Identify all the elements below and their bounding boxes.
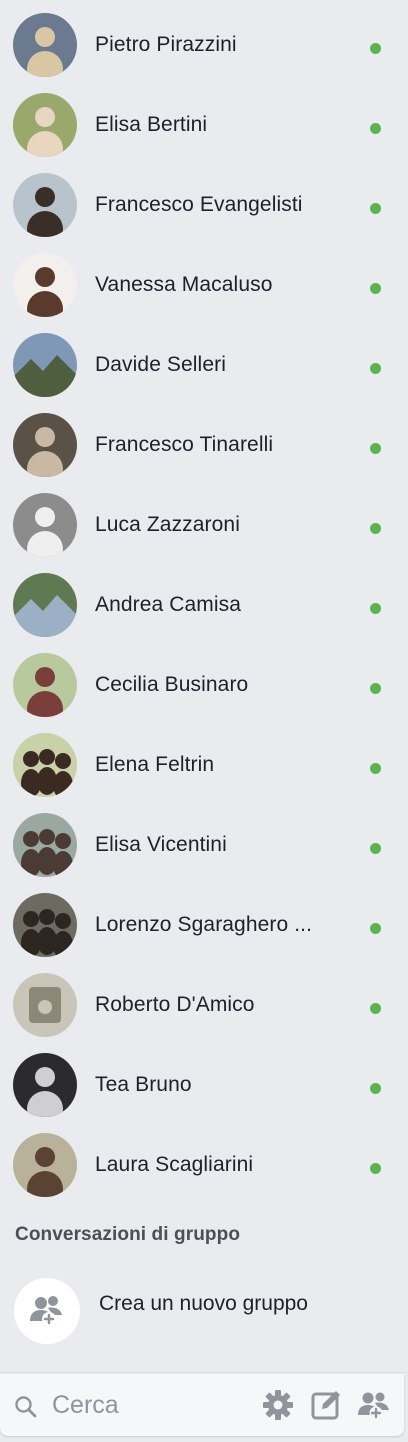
person-photo-icon [13, 1053, 77, 1117]
avatar [13, 413, 77, 477]
avatar [13, 973, 77, 1037]
online-status-dot [370, 1163, 381, 1174]
avatar [13, 653, 77, 717]
contact-row[interactable]: Tea Bruno [0, 1040, 408, 1120]
person-photo-icon [13, 13, 77, 77]
bottom-toolbar [0, 1374, 404, 1436]
group-photo-icon [13, 733, 77, 797]
contact-name: Luca Zazzaroni [95, 513, 240, 536]
contact-name: Laura Scagliarini [95, 1153, 254, 1176]
contact-row[interactable]: Luca Zazzaroni [0, 480, 408, 560]
search-icon [15, 1396, 37, 1418]
divider [0, 1372, 408, 1373]
search-input[interactable] [52, 1388, 242, 1422]
contact-name: Elisa Bertini [95, 113, 208, 136]
contact-name: Pietro Pirazzini [95, 33, 237, 56]
online-status-dot [370, 523, 381, 534]
avatar [13, 333, 77, 397]
contact-name: Roberto D'Amico [95, 993, 255, 1016]
person-photo-icon [13, 1133, 77, 1197]
contact-row[interactable]: Elisa Bertini [0, 80, 408, 160]
create-group-label: Crea un nuovo gruppo [99, 1292, 308, 1315]
contact-row[interactable]: Elisa Vicentini [0, 800, 408, 880]
contact-name: Andrea Camisa [95, 593, 242, 616]
add-group-icon [30, 1296, 62, 1326]
avatar [13, 93, 77, 157]
online-status-dot [370, 1003, 381, 1014]
contact-name: Tea Bruno [95, 1073, 192, 1096]
contact-row[interactable]: Francesco Tinarelli [0, 400, 408, 480]
create-group-button[interactable]: Crea un nuovo gruppo [0, 1270, 408, 1350]
contact-row[interactable]: Elena Feltrin [0, 720, 408, 800]
online-status-dot [370, 843, 381, 854]
avatar [13, 733, 77, 797]
person-photo-icon [13, 173, 77, 237]
avatar [13, 1133, 77, 1197]
contact-name: Elisa Vicentini [95, 833, 227, 856]
person-photo-icon [13, 653, 77, 717]
avatar [13, 893, 77, 957]
contact-row[interactable]: Roberto D'Amico [0, 960, 408, 1040]
contact-row[interactable]: Davide Selleri [0, 320, 408, 400]
online-status-dot [370, 923, 381, 934]
compose-icon[interactable] [309, 1388, 343, 1422]
avatar [13, 253, 77, 317]
object-photo-icon [13, 973, 77, 1037]
avatar [13, 13, 77, 77]
contact-row[interactable]: Laura Scagliarini [0, 1120, 408, 1200]
online-status-dot [370, 603, 381, 614]
contact-row[interactable]: Andrea Camisa [0, 560, 408, 640]
contact-row[interactable]: Vanessa Macaluso [0, 240, 408, 320]
group-photo-icon [13, 813, 77, 877]
online-status-dot [370, 1083, 381, 1094]
online-status-dot [370, 123, 381, 134]
online-status-dot [370, 763, 381, 774]
contact-name: Lorenzo Sgaraghero ... [95, 913, 313, 936]
person-photo-icon [13, 253, 77, 317]
person-photo-icon [13, 413, 77, 477]
contact-name: Vanessa Macaluso [95, 273, 273, 296]
contact-row[interactable]: Pietro Pirazzini [0, 0, 408, 80]
online-status-dot [370, 43, 381, 54]
group-conversations-header: Conversazioni di gruppo [15, 1224, 241, 1245]
online-status-dot [370, 443, 381, 454]
create-group-icon-circle [14, 1278, 80, 1344]
contact-name: Francesco Evangelisti [95, 193, 303, 216]
person-photo-icon [13, 93, 77, 157]
contact-row[interactable]: Lorenzo Sgaraghero ... [0, 880, 408, 960]
landscape-photo-icon [13, 333, 77, 397]
avatar [13, 573, 77, 637]
contact-row[interactable]: Cecilia Businaro [0, 640, 408, 720]
contact-name: Francesco Tinarelli [95, 433, 274, 456]
person-photo-icon [13, 493, 77, 557]
gear-icon[interactable] [261, 1388, 295, 1422]
contact-row[interactable]: Francesco Evangelisti [0, 160, 408, 240]
contact-name: Elena Feltrin [95, 753, 215, 776]
contact-name: Cecilia Businaro [95, 673, 249, 696]
avatar [13, 173, 77, 237]
online-status-dot [370, 683, 381, 694]
avatar [13, 493, 77, 557]
new-group-icon[interactable] [356, 1388, 392, 1422]
avatar [13, 1053, 77, 1117]
online-status-dot [370, 203, 381, 214]
online-status-dot [370, 283, 381, 294]
avatar [13, 813, 77, 877]
group-photo-icon [13, 893, 77, 957]
landscape-photo-icon [13, 573, 77, 637]
online-status-dot [370, 363, 381, 374]
contact-name: Davide Selleri [95, 353, 226, 376]
